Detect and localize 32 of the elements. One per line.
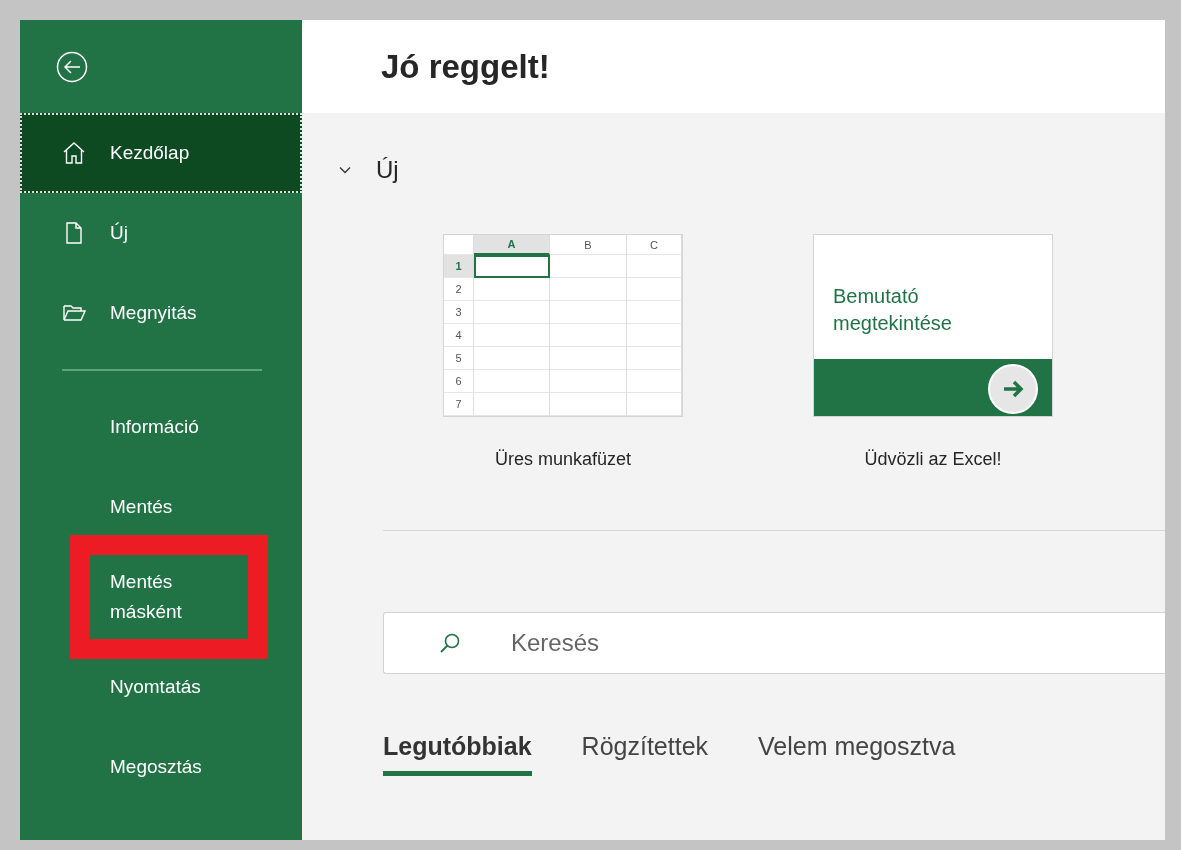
search-field[interactable]: Keresés	[383, 612, 1165, 674]
menu-item[interactable]: Új	[20, 193, 302, 273]
search-icon	[439, 632, 461, 654]
row-header: 1	[444, 255, 474, 278]
section-toggle[interactable]: Új	[338, 150, 399, 190]
home-icon	[62, 141, 86, 165]
greeting-title: Jó reggelt!	[381, 47, 550, 86]
tab[interactable]: Velem megosztva	[758, 724, 956, 776]
menu-item[interactable]: Megosztás	[20, 727, 302, 807]
row-header: 4	[444, 324, 474, 347]
menu-item[interactable]: Megnyitás	[20, 273, 302, 353]
column-header: A	[474, 235, 550, 255]
column-header: B	[550, 235, 627, 255]
template-tile[interactable]: A B C 1 2 3 4 5 6 7 Üres munkafüzet	[443, 234, 683, 470]
template-tile[interactable]: Bemutató megtekintése Üdvözli az Excel!	[813, 234, 1053, 470]
menu-item[interactable]: Információ	[20, 387, 302, 467]
menu-item[interactable]: Mentés másként	[20, 547, 302, 647]
column-header: C	[627, 235, 682, 255]
arrow-circle-icon	[988, 364, 1038, 414]
menu-item[interactable]: Mentés	[20, 467, 302, 547]
tour-card-text: Bemutató megtekintése	[833, 284, 952, 336]
tab[interactable]: Legutóbbiak	[383, 724, 532, 776]
row-header: 5	[444, 347, 474, 370]
row-header: 6	[444, 370, 474, 393]
row-header: 2	[444, 278, 474, 301]
tab[interactable]: Rögzítettek	[581, 724, 709, 776]
menu-item[interactable]: Kezdőlap	[20, 113, 302, 193]
template-label: Üres munkafüzet	[494, 449, 632, 470]
menu-item[interactable]: Nyomtatás	[20, 647, 302, 727]
row-header: 3	[444, 301, 474, 324]
template-label: Üdvözli az Excel!	[864, 449, 1002, 470]
row-header: 7	[444, 393, 474, 416]
